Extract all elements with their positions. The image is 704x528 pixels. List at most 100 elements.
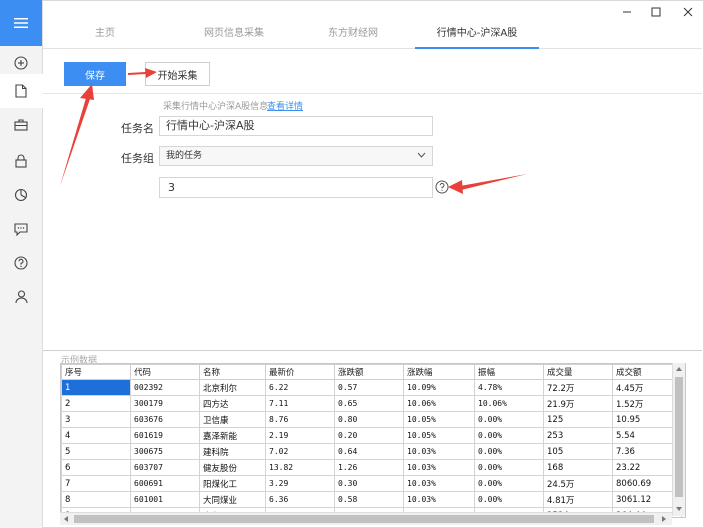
table-cell[interactable]: 105 <box>543 443 613 460</box>
table-cell[interactable]: 0.80 <box>334 411 404 428</box>
table-cell[interactable]: 4.81万 <box>543 491 613 508</box>
minimize-button[interactable] <box>617 4 637 20</box>
table-cell[interactable]: 603676 <box>130 411 200 428</box>
table-cell[interactable]: 6.22 <box>265 379 335 396</box>
table-cell[interactable]: 北京利尔 <box>199 379 266 396</box>
table-cell[interactable]: 0.00% <box>474 459 544 476</box>
table-cell[interactable]: 3 <box>61 411 131 428</box>
table-cell[interactable]: 13.82 <box>265 459 335 476</box>
table-cell[interactable]: 2 <box>61 395 131 412</box>
task-name-input[interactable]: 行情中心-沪深A股 <box>159 116 433 136</box>
table-cell[interactable]: 10.03% <box>403 491 475 508</box>
close-button[interactable] <box>678 4 698 20</box>
table-cell[interactable]: 8 <box>61 491 131 508</box>
table-cell[interactable]: 四方达 <box>199 395 266 412</box>
table-cell[interactable]: 卫信康 <box>199 411 266 428</box>
tab-web-collect[interactable]: 网页信息采集 <box>174 20 294 48</box>
column-header[interactable]: 振幅 <box>474 364 544 380</box>
table-cell[interactable]: 10.03% <box>403 459 475 476</box>
table-row[interactable]: 7 600691 阳煤化工 3.29 0.30 10.03% 0.00% 24.5万 8060.… <box>61 475 682 492</box>
table-cell[interactable]: 0.00% <box>474 475 544 492</box>
table-cell[interactable]: 10.03% <box>403 475 475 492</box>
table-cell[interactable]: 601619 <box>130 427 200 444</box>
table-cell[interactable]: 3.29 <box>265 475 335 492</box>
sample-data-grid[interactable]: 序号 代码 名称 最新价 涨跌额 涨跌幅 振幅 成交量 成交额 1 002392 北… <box>60 363 686 518</box>
sidebar-item-lock[interactable] <box>0 144 42 178</box>
table-cell[interactable]: 10.06% <box>474 395 544 412</box>
table-cell[interactable]: 6.36 <box>265 491 335 508</box>
save-button[interactable]: 保存 <box>64 62 126 86</box>
table-cell[interactable]: 6 <box>61 459 131 476</box>
column-header[interactable]: 序号 <box>61 364 131 380</box>
view-details-link[interactable]: 查看详情 <box>267 99 303 112</box>
tab-eastmoney[interactable]: 东方财经网 <box>293 20 413 48</box>
tab-market-center[interactable]: 行情中心-沪深A股 <box>415 20 539 49</box>
table-cell[interactable]: 10.03% <box>403 443 475 460</box>
sidebar-item-document[interactable] <box>0 74 44 108</box>
table-cell[interactable]: 4 <box>61 427 131 444</box>
table-cell[interactable]: 建科院 <box>199 443 266 460</box>
table-row[interactable]: 4 601619 嘉泽新能 2.19 0.20 10.05% 0.00% 253 5.54 <box>61 427 682 444</box>
start-collect-button[interactable]: 开始采集 <box>145 62 210 86</box>
table-cell[interactable]: 1 <box>61 379 131 396</box>
sidebar-item-user[interactable] <box>0 280 42 314</box>
table-cell[interactable]: 2.19 <box>265 427 335 444</box>
column-header[interactable]: 成交量 <box>543 364 613 380</box>
maximize-button[interactable] <box>646 4 666 20</box>
table-cell[interactable]: 8.76 <box>265 411 335 428</box>
column-header[interactable]: 最新价 <box>265 364 335 380</box>
table-cell[interactable]: 0.30 <box>334 475 404 492</box>
question-icon[interactable] <box>435 180 449 194</box>
table-cell[interactable]: 5 <box>61 443 131 460</box>
tab-home[interactable]: 主页 <box>55 20 155 48</box>
table-row[interactable]: 5 300675 建科院 7.02 0.64 10.03% 0.00% 105 7.36 <box>61 443 682 460</box>
table-cell[interactable]: 10.05% <box>403 427 475 444</box>
table-cell[interactable]: 阳煤化工 <box>199 475 266 492</box>
table-cell[interactable]: 0.57 <box>334 379 404 396</box>
table-cell[interactable]: 72.2万 <box>543 379 613 396</box>
table-cell[interactable]: 002392 <box>130 379 200 396</box>
table-cell[interactable]: 125 <box>543 411 613 428</box>
table-cell[interactable]: 0.20 <box>334 427 404 444</box>
sidebar-item-stats[interactable] <box>0 178 42 212</box>
task-group-select[interactable]: 我的任务 <box>159 146 433 166</box>
column-header[interactable]: 代码 <box>130 364 200 380</box>
table-cell[interactable]: 0.58 <box>334 491 404 508</box>
table-cell[interactable]: 7.02 <box>265 443 335 460</box>
table-row[interactable]: 8 601001 大同煤业 6.36 0.58 10.03% 0.00% 4.81万 3061.… <box>61 491 682 508</box>
vertical-scroll-thumb[interactable] <box>675 377 683 497</box>
table-cell[interactable]: 603707 <box>130 459 200 476</box>
table-cell[interactable]: 253 <box>543 427 613 444</box>
table-cell[interactable]: 10.09% <box>403 379 475 396</box>
table-row[interactable]: 2 300179 四方达 7.11 0.65 10.06% 10.06% 21.9万 1.52万 <box>61 395 682 412</box>
table-cell[interactable]: 168 <box>543 459 613 476</box>
table-cell[interactable]: 600691 <box>130 475 200 492</box>
table-cell[interactable]: 0.00% <box>474 427 544 444</box>
table-row[interactable]: 1 002392 北京利尔 6.22 0.57 10.09% 4.78% 72.2万 4.45万 <box>61 379 682 396</box>
table-cell[interactable]: 4.78% <box>474 379 544 396</box>
horizontal-scroll-thumb[interactable] <box>74 515 654 523</box>
number-input[interactable]: 3 <box>159 177 433 198</box>
table-cell[interactable]: 21.9万 <box>543 395 613 412</box>
table-cell[interactable]: 1.26 <box>334 459 404 476</box>
table-cell[interactable]: 300179 <box>130 395 200 412</box>
column-header[interactable]: 涨跌额 <box>334 364 404 380</box>
table-cell[interactable]: 嘉泽新能 <box>199 427 266 444</box>
sidebar-item-help[interactable] <box>0 246 42 280</box>
table-cell[interactable]: 601001 <box>130 491 200 508</box>
table-row[interactable]: 6 603707 健友股份 13.82 1.26 10.03% 0.00% 168 23.22 <box>61 459 682 476</box>
table-cell[interactable]: 7 <box>61 475 131 492</box>
table-cell[interactable]: 300675 <box>130 443 200 460</box>
table-cell[interactable]: 健友股份 <box>199 459 266 476</box>
table-cell[interactable]: 大同煤业 <box>199 491 266 508</box>
table-cell[interactable]: 10.06% <box>403 395 475 412</box>
table-row[interactable]: 3 603676 卫信康 8.76 0.80 10.05% 0.00% 125 10.95 <box>61 411 682 428</box>
table-cell[interactable]: 24.5万 <box>543 475 613 492</box>
sidebar-item-toolbox[interactable] <box>0 108 42 142</box>
vertical-scrollbar[interactable] <box>672 363 685 516</box>
horizontal-scrollbar[interactable] <box>60 512 672 525</box>
sidebar-item-messages[interactable] <box>0 212 42 246</box>
table-cell[interactable]: 0.00% <box>474 491 544 508</box>
column-header[interactable]: 名称 <box>199 364 266 380</box>
column-header[interactable]: 涨跌幅 <box>403 364 475 380</box>
